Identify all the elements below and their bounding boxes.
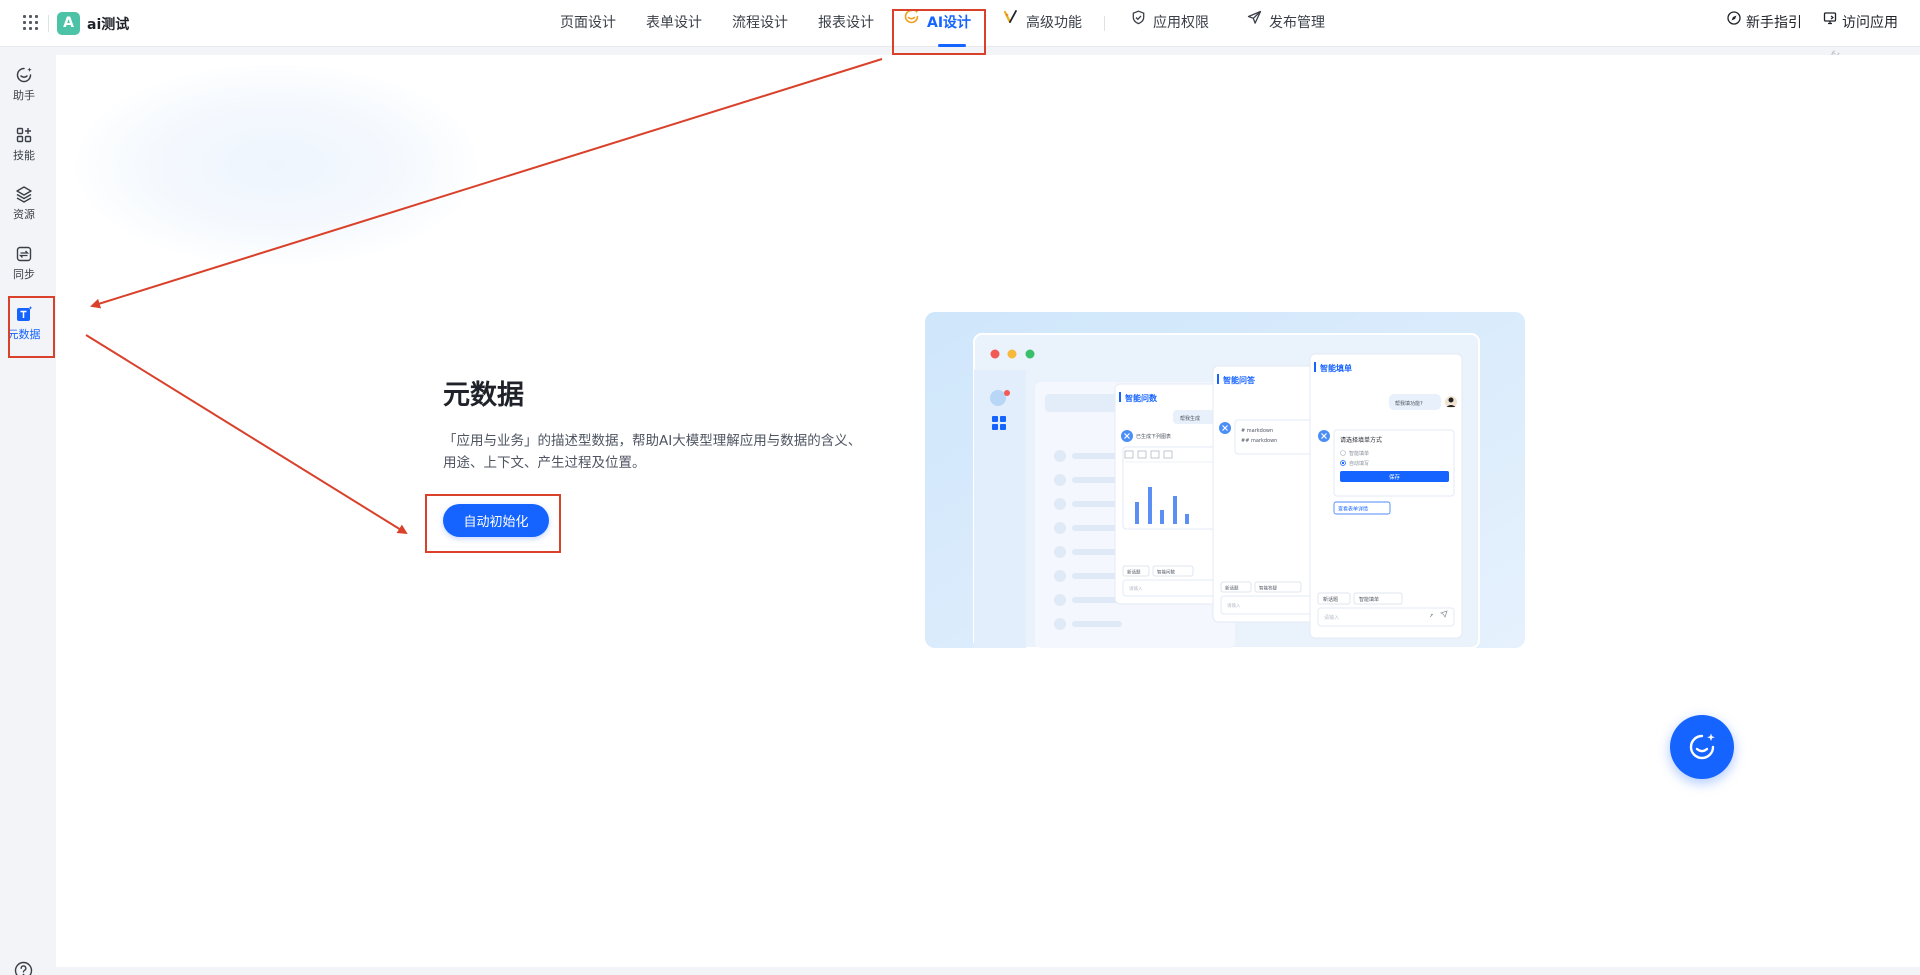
skills-icon <box>16 127 32 143</box>
svg-text:# markdown: # markdown <box>1241 428 1273 434</box>
top-bar: A ai测试 页面设计 表单设计 流程设计 报表设计 AI设计 高级功能 应用权… <box>0 0 1920 47</box>
sidebar-item-sync[interactable]: 同步 <box>0 245 48 282</box>
ai-sparkle-icon <box>903 0 920 45</box>
svg-text:智能问答: 智能问答 <box>1223 375 1256 385</box>
ai-assistant-fab[interactable] <box>1670 715 1734 779</box>
background-glow <box>76 65 476 265</box>
sidebar-item-metadata[interactable]: 元数据 <box>0 305 48 342</box>
svg-text:智能问数: 智能问数 <box>1125 393 1158 403</box>
svg-text:新话题: 新话题 <box>1323 596 1338 603</box>
send-icon <box>1247 0 1262 45</box>
svg-text:请输入: 请输入 <box>1324 614 1339 621</box>
svg-text:保存: 保存 <box>1389 473 1401 481</box>
layers-icon <box>16 186 32 203</box>
svg-text:新话题: 新话题 <box>1127 569 1141 576</box>
nav-divider <box>1104 16 1105 31</box>
svg-text:帮我填功能?: 帮我填功能? <box>1395 400 1423 407</box>
svg-text:已生成下列图表: 已生成下列图表 <box>1136 433 1171 440</box>
svg-text:智能填单: 智能填单 <box>1349 450 1369 457</box>
page-title: 元数据 <box>443 380 524 411</box>
compass-icon <box>1727 0 1741 45</box>
visit-app-icon <box>1823 0 1837 45</box>
svg-text:智能填单: 智能填单 <box>1320 363 1352 373</box>
help-icon <box>14 961 33 975</box>
svg-text:请输入: 请输入 <box>1129 585 1143 592</box>
tab-ai-design[interactable]: AI设计 <box>903 0 971 47</box>
advanced-icon <box>1003 0 1019 45</box>
tab-page-design[interactable]: 页面设计 <box>560 0 616 47</box>
main-panel: 元数据 「应用与业务」的描述型数据，帮助AI大模型理解应用与数据的含义、用途、上… <box>56 55 1920 967</box>
tab-form-design[interactable]: 表单设计 <box>646 0 702 47</box>
app-name: ai测试 <box>87 17 130 33</box>
shield-icon <box>1131 0 1146 45</box>
svg-text:自动填写: 自动填写 <box>1349 460 1369 467</box>
app-logo: A <box>57 12 80 35</box>
page-description: 「应用与业务」的描述型数据，帮助AI大模型理解应用与数据的含义、用途、上下文、产… <box>443 433 862 471</box>
active-tab-indicator <box>938 44 966 47</box>
window-minimize-dot <box>1007 349 1017 359</box>
chat-bubble-icon <box>990 390 1006 406</box>
card-smart-fill: 智能填单 帮我填功能? 请选择填单方式 智能填单 自动填写 保存 查看表单详情 … <box>1309 353 1463 639</box>
window-sidebar <box>974 370 1026 648</box>
visit-app-link[interactable]: 访问应用 <box>1823 0 1898 47</box>
ai-assistant-icon <box>1689 733 1715 760</box>
sidebar: 助手 技能 资源 同步 元数据 <box>0 48 48 975</box>
svg-text:## markdown: ## markdown <box>1241 438 1277 444</box>
divider <box>48 15 49 32</box>
svg-text:智能答疑: 智能答疑 <box>1259 585 1277 592</box>
sidebar-item-assistant[interactable]: 助手 <box>0 66 48 103</box>
assistant-icon <box>16 67 32 83</box>
notification-dot <box>1004 390 1010 396</box>
metadata-icon <box>17 306 33 321</box>
svg-text:帮我生成: 帮我生成 <box>1180 415 1200 422</box>
svg-text:智能填单: 智能填单 <box>1359 596 1379 603</box>
sidebar-item-skills[interactable]: 技能 <box>0 126 48 163</box>
svg-text:智能问数: 智能问数 <box>1157 569 1175 576</box>
tab-flow-design[interactable]: 流程设计 <box>732 0 788 47</box>
app-grid-icon[interactable] <box>23 15 38 30</box>
svg-text:请输入: 请输入 <box>1227 602 1241 609</box>
tab-advanced[interactable]: 高级功能 <box>1003 0 1082 47</box>
window-maximize-dot <box>1025 349 1035 359</box>
auto-initialize-button[interactable]: 自动初始化 <box>443 504 549 537</box>
sidebar-item-resources[interactable]: 资源 <box>0 185 48 222</box>
guide-link[interactable]: 新手指引 <box>1727 0 1802 47</box>
svg-text:新话题: 新话题 <box>1225 585 1239 592</box>
sync-icon <box>16 246 32 262</box>
tab-report-design[interactable]: 报表设计 <box>818 0 874 47</box>
svg-text:查看表单详情: 查看表单详情 <box>1338 506 1368 513</box>
tab-publish[interactable]: 发布管理 <box>1247 0 1325 47</box>
svg-text:请选择填单方式: 请选择填单方式 <box>1340 436 1382 444</box>
feature-illustration: 智能问数 帮我生成 已生成下列图表 新话题 智能问数 请输入 智能问答 # ma… <box>925 312 1525 648</box>
tab-app-permission[interactable]: 应用权限 <box>1131 0 1209 47</box>
window-close-dot <box>990 349 1000 359</box>
help-button[interactable] <box>14 961 33 975</box>
